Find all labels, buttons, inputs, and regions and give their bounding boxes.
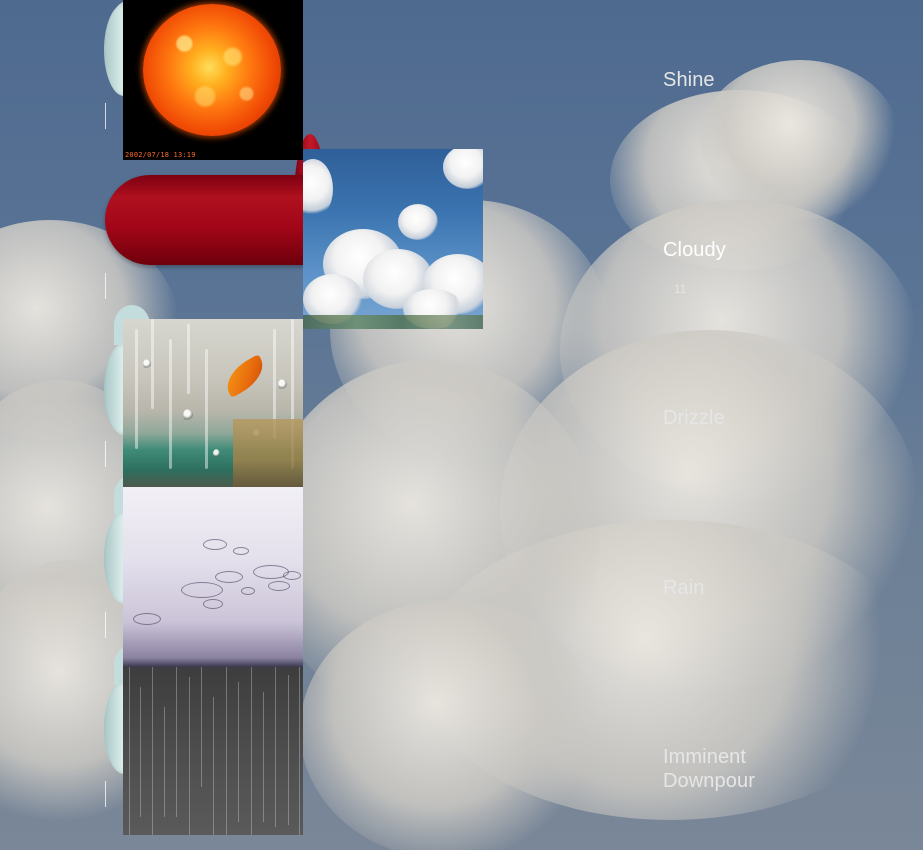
sun-timestamp: 2002/07/18 13:19 (125, 151, 196, 159)
label-imminent-downpour[interactable]: Imminent Downpour (663, 745, 803, 793)
tab-cylinder-cloudy-active[interactable] (105, 175, 305, 265)
label-drizzle[interactable]: Drizzle (663, 406, 725, 430)
cloudy-count: 11 (674, 282, 687, 296)
tab-tick (105, 103, 106, 129)
tab-tick (105, 781, 106, 807)
tab-tick (105, 273, 106, 299)
sun-thumbnail[interactable]: 2002/07/18 13:19 (123, 0, 303, 160)
leaf-icon (219, 354, 271, 398)
tab-tick (105, 441, 106, 467)
cloudy-preview-image[interactable] (303, 149, 483, 329)
downpour-thumbnail[interactable] (123, 667, 303, 835)
label-rain[interactable]: Rain (663, 576, 705, 600)
drizzle-thumbnail[interactable] (123, 319, 303, 487)
sun-surface (143, 4, 281, 136)
label-shine[interactable]: Shine (663, 68, 715, 92)
rain-thumbnail[interactable] (123, 487, 303, 667)
label-cloudy[interactable]: Cloudy (663, 238, 726, 262)
tab-tick (105, 612, 106, 638)
